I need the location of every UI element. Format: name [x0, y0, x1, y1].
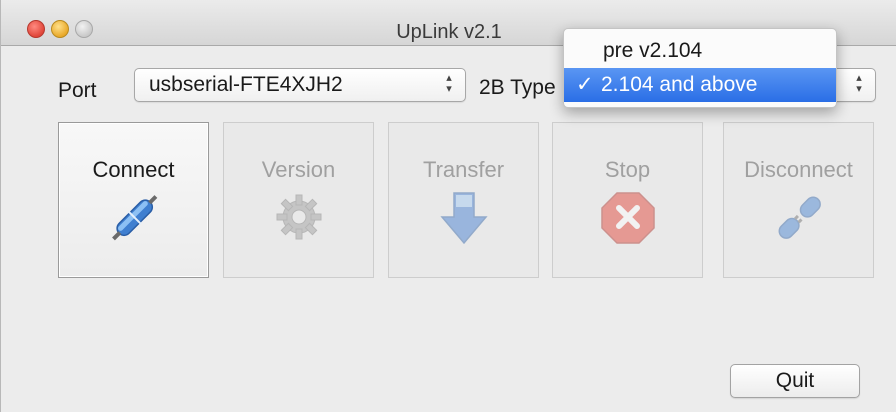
checkmark-icon: ✓	[576, 73, 594, 96]
menu-item-pre-v2104[interactable]: pre v2.104	[564, 34, 836, 68]
menu-item-2104-and-above[interactable]: ✓ 2.104 and above	[564, 68, 836, 102]
uplink-window: UpLink v2.1 Port usbserial-FTE4XJH2 ▴ ▾ 2…	[0, 0, 896, 412]
version-button[interactable]: Version	[223, 122, 374, 278]
select-stepper-icon: ▴ ▾	[856, 72, 862, 95]
type-label: 2B Type	[479, 76, 556, 99]
select-stepper-icon: ▴ ▾	[446, 72, 452, 95]
stop-button[interactable]: Stop	[552, 122, 703, 278]
connect-label: Connect	[92, 157, 175, 182]
connect-button[interactable]: Connect	[58, 122, 209, 278]
port-select[interactable]: usbserial-FTE4XJH2 ▴ ▾	[134, 68, 466, 102]
version-label: Version	[261, 157, 336, 182]
plug-connected-icon	[111, 195, 157, 241]
plug-disconnected-icon	[778, 196, 821, 239]
transfer-label: Transfer	[422, 157, 505, 182]
stop-label: Stop	[604, 157, 651, 182]
port-select-value: usbserial-FTE4XJH2	[149, 73, 343, 96]
disconnect-button[interactable]: Disconnect	[723, 122, 874, 278]
quit-button[interactable]: Quit	[730, 364, 860, 398]
disconnect-label: Disconnect	[744, 157, 853, 182]
stop-icon	[600, 192, 655, 244]
menu-item-label: 2.104 and above	[601, 73, 758, 96]
type-dropdown-menu: pre v2.104 ✓ 2.104 and above	[563, 28, 837, 108]
down-arrow-icon	[439, 192, 488, 245]
transfer-button[interactable]: Transfer	[388, 122, 539, 278]
menu-item-label: pre v2.104	[603, 39, 703, 62]
gear-icon	[276, 194, 321, 240]
port-label: Port	[58, 79, 97, 102]
